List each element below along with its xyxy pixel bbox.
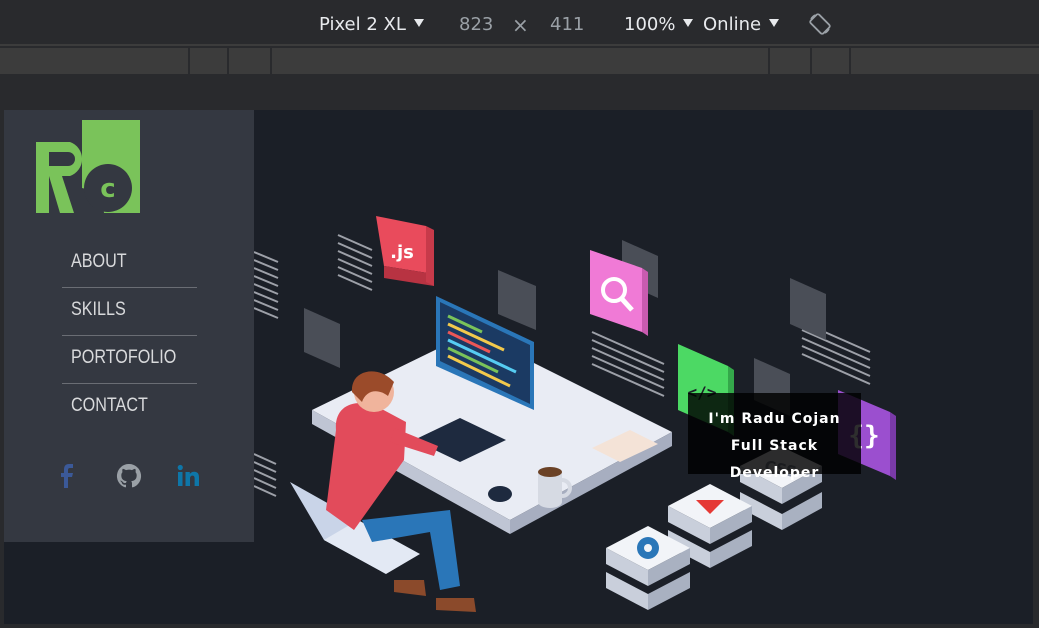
hero-role: Full Stack Developer (729, 438, 820, 481)
ruler-segment[interactable] (768, 48, 770, 74)
nav-label: ABOUT (71, 251, 127, 272)
main-nav: ABOUT SKILLS PORTOFOLIO CONTACT (62, 240, 197, 432)
hero-tagline: I'm Radu Cojan Full Stack Developer (688, 393, 861, 481)
ruler-segment[interactable] (810, 48, 812, 74)
nav-skills[interactable]: SKILLS (62, 288, 197, 336)
ruler-segment[interactable] (188, 48, 190, 74)
linkedin-icon[interactable] (175, 462, 203, 490)
device-label: Pixel 2 XL (319, 14, 406, 35)
developer-illustration: .js </> {} (253, 216, 896, 612)
svg-text:c: c (100, 174, 115, 204)
nav-label: SKILLS (71, 299, 126, 320)
chevron-down-icon (769, 19, 780, 27)
chevron-down-icon (413, 19, 424, 27)
zoom-select[interactable]: 100% (624, 14, 694, 35)
nav-about[interactable]: ABOUT (62, 240, 197, 288)
height-input[interactable]: 411 (550, 14, 584, 35)
device-viewport: c ABOUT SKILLS PORTOFOLIO CONTACT .js {}… (4, 110, 1033, 624)
js-icon: .js (376, 216, 434, 286)
facebook-icon[interactable] (54, 462, 82, 490)
width-input[interactable]: 823 (459, 14, 493, 35)
ruler-segment[interactable] (270, 48, 272, 74)
times-sign: × (512, 13, 529, 37)
chevron-down-icon (683, 19, 694, 27)
sidebar: c ABOUT SKILLS PORTOFOLIO CONTACT (4, 110, 254, 542)
media-query-bar (0, 48, 1039, 74)
zoom-label: 100% (624, 14, 676, 35)
site-logo[interactable]: c (36, 120, 140, 213)
nav-label: PORTOFOLIO (71, 347, 177, 368)
hero-name: I'm Radu Cojan (708, 411, 841, 427)
mouse (488, 486, 512, 502)
nav-label: CONTACT (71, 395, 148, 416)
rotate-icon[interactable] (809, 13, 831, 35)
hero-section: .js </> {} (253, 110, 1033, 624)
ruler-segment[interactable] (227, 48, 229, 74)
ruler-segment[interactable] (849, 48, 851, 74)
device-select[interactable]: Pixel 2 XL (319, 14, 424, 35)
device-toolbar: Pixel 2 XL 823 × 411 100% Online (0, 0, 1039, 46)
network-label: Online (703, 14, 762, 35)
nav-portofolio[interactable]: PORTOFOLIO (62, 336, 197, 384)
nav-contact[interactable]: CONTACT (62, 384, 197, 432)
mug (538, 472, 562, 508)
github-icon[interactable] (115, 462, 143, 490)
network-select[interactable]: Online (703, 14, 780, 35)
developer-shirt (326, 403, 406, 530)
svg-text:.js: .js (390, 242, 414, 263)
